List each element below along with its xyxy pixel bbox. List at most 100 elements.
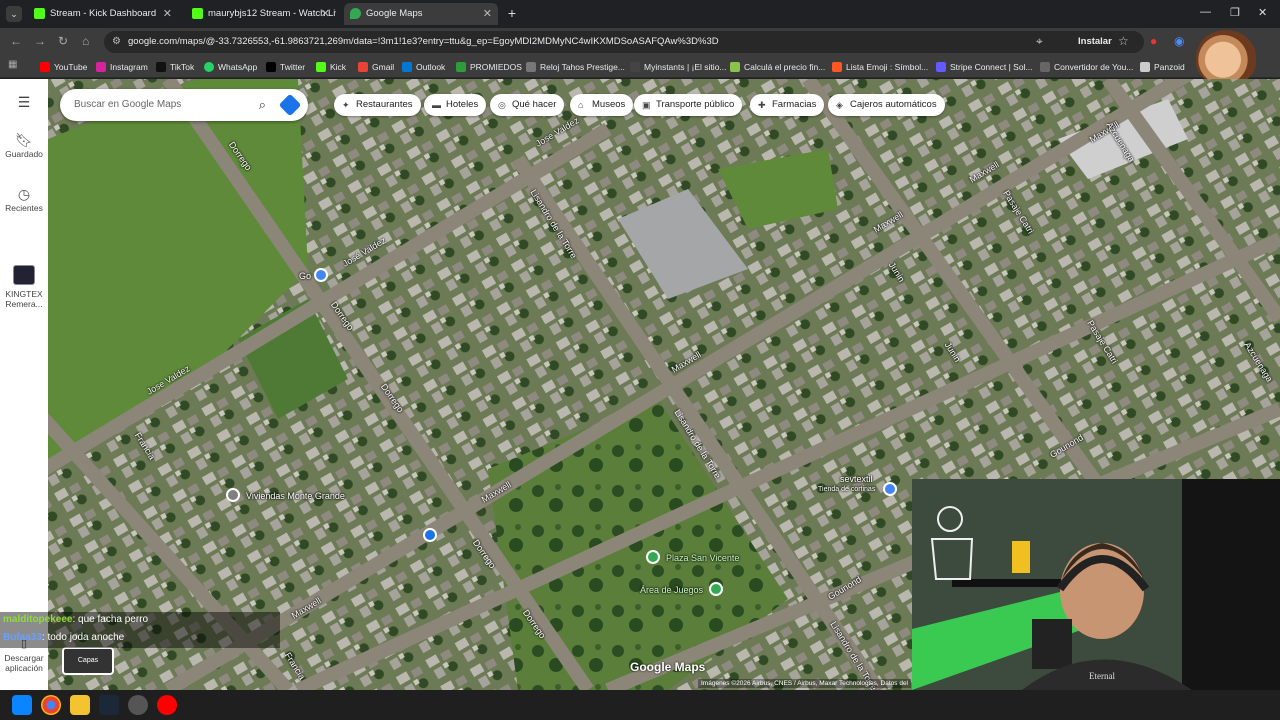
recent-place-kingtex[interactable]: KINGTEX Remera... [0,265,48,309]
bookmark-youtube[interactable]: YouTube [40,60,87,74]
forward-icon[interactable]: → [34,34,46,48]
bookmark-reloj[interactable]: Reloj Tahos Prestige... [526,60,625,74]
address-bar: ← → ↻ ⌂ ⚙ google.com/maps/@-33.7326553,-… [0,28,1280,56]
webcam-feed: Eternal [912,479,1280,690]
tab-kick-stream[interactable]: maurybjs12 Stream - Watch Live ✕ [186,3,336,25]
pharmacy-icon: ✚ [758,100,766,110]
tab-search-icon[interactable]: ⌄ [6,6,22,22]
shop-pin-icon[interactable] [883,482,897,496]
maps-icon [350,8,361,19]
windows-start-icon[interactable] [12,695,32,715]
install-label: Instalar [1078,36,1112,47]
bookmark-label: Calculá el precio fin... [744,62,826,72]
extension-icon[interactable]: ◉ [1174,34,1184,48]
reload-icon[interactable]: ↻ [58,34,68,48]
close-window-icon[interactable]: ✕ [1258,6,1267,19]
transit-pin-icon[interactable] [314,268,328,282]
chip-label: Museos [592,99,626,110]
bookmark-calcula[interactable]: Calculá el precio fin... [730,60,825,74]
search-input[interactable]: Buscar en Google Maps ⌕ [60,89,308,121]
kick-icon [192,8,203,19]
promiedos-icon [456,62,466,72]
chrome-icon[interactable] [41,695,61,715]
close-icon[interactable]: ✕ [483,3,492,25]
atm-icon: ◈ [836,100,843,110]
tab-kick-dashboard[interactable]: Stream - Kick Dashboard ✕ [28,3,178,25]
kick-icon [34,8,45,19]
steam-icon[interactable] [99,695,119,715]
place-label: Plaza San Vicente [666,553,740,563]
twitter-icon [266,62,276,72]
saved-label: Guardado [5,149,43,159]
chip-restaurants[interactable]: ✦ Restaurantes [334,94,421,116]
bookmark-whatsapp[interactable]: WhatsApp [204,60,257,74]
chip-label: Qué hacer [512,99,557,110]
playground-pin-icon[interactable] [709,582,723,596]
bookmark-panzoid[interactable]: Panzoid [1140,60,1185,74]
bookmark-twitter[interactable]: Twitter [266,60,305,74]
location-icon[interactable]: ⌖ [1036,34,1043,49]
back-icon[interactable]: ← [10,34,22,48]
chip-museums[interactable]: ⌂ Museos [570,94,634,116]
youtube-app-icon[interactable] [157,695,177,715]
stripe-icon [936,62,946,72]
bookmark-promiedos[interactable]: PROMIEDOS [456,60,522,74]
chip-things-to-do[interactable]: ◎ Qué hacer [490,94,565,116]
close-icon[interactable]: ✕ [321,3,330,25]
bookmark-myinstants[interactable]: Myinstants | ¡El sitio... [630,60,727,74]
bookmark-label: Stripe Connect | Sol... [950,62,1033,72]
fork-knife-icon: ✦ [342,100,350,110]
layers-button[interactable]: Capas [62,647,114,675]
bed-icon: ▬ [432,100,441,110]
search-icon[interactable]: ⌕ [259,89,266,121]
chip-atms[interactable]: ◈ Cajeros automáticos [828,94,945,116]
bookmark-stripe[interactable]: Stripe Connect | Sol... [936,60,1033,74]
search-placeholder: Buscar en Google Maps [74,99,182,110]
chip-label: Transporte público [656,99,735,110]
directions-icon[interactable] [278,93,302,117]
extension-icon[interactable]: ● [1150,34,1157,48]
home-icon[interactable]: ⌂ [82,34,89,48]
converter-icon [1040,62,1050,72]
bookmark-kick[interactable]: Kick [316,60,346,74]
file-explorer-icon[interactable] [70,695,90,715]
bookmark-gmail[interactable]: Gmail [358,60,394,74]
tab-google-maps[interactable]: Google Maps ✕ [344,3,498,25]
chip-transit[interactable]: ▣ Transporte público [634,94,743,116]
chat-text: : todo joda anoche [41,632,125,643]
close-icon[interactable]: ✕ [163,3,172,25]
bookmark-emoji[interactable]: Lista Emoji : Símbol... [832,60,928,74]
maximize-icon[interactable]: ❐ [1230,6,1240,19]
place-pin-icon[interactable] [226,488,240,502]
obs-icon[interactable] [128,695,148,715]
chip-pharmacies[interactable]: ✚ Farmacias [750,94,825,116]
history-icon: ◷ [17,186,31,202]
gmail-icon [358,62,368,72]
url-field[interactable]: ⚙ google.com/maps/@-33.7326553,-61.98637… [104,31,1144,53]
taskbar [0,690,1280,720]
menu-icon[interactable]: ☰ [0,95,48,109]
bookmark-convertidor[interactable]: Convertidor de You... [1040,60,1133,74]
new-tab-button[interactable]: + [504,5,520,21]
site-info-icon[interactable]: ⚙ [112,31,121,53]
bookmarks-bar: ▦ YouTube Instagram TikTok WhatsApp Twit… [0,56,1280,78]
apps-icon[interactable]: ▦ [8,59,17,70]
store-thumbnail [13,265,35,285]
bookmark-label: Kick [330,62,347,72]
saved-button[interactable]: 🔖︎ Guardado [0,133,48,159]
install-button[interactable]: Instalar [1062,33,1120,51]
star-icon[interactable]: ☆ [1118,34,1129,48]
minimize-icon[interactable]: — [1200,6,1211,18]
chip-label: Cajeros automáticos [850,99,937,110]
bookmark-outlook[interactable]: Outlook [402,60,445,74]
bookmark-tiktok[interactable]: TikTok [156,60,194,74]
emoji-icon [832,62,842,72]
park-pin-icon[interactable] [646,550,660,564]
street-label: Go [299,271,312,281]
chat-overlay: malditopekeee: que facha perro Bufaa33: … [0,612,280,648]
place-pin-icon[interactable] [423,528,437,542]
chip-hotels[interactable]: ▬ Hoteles [424,94,487,116]
place-label: Área de Juegos [640,585,704,595]
recents-button[interactable]: ◷ Recientes [0,186,48,213]
bookmark-instagram[interactable]: Instagram [96,60,148,74]
